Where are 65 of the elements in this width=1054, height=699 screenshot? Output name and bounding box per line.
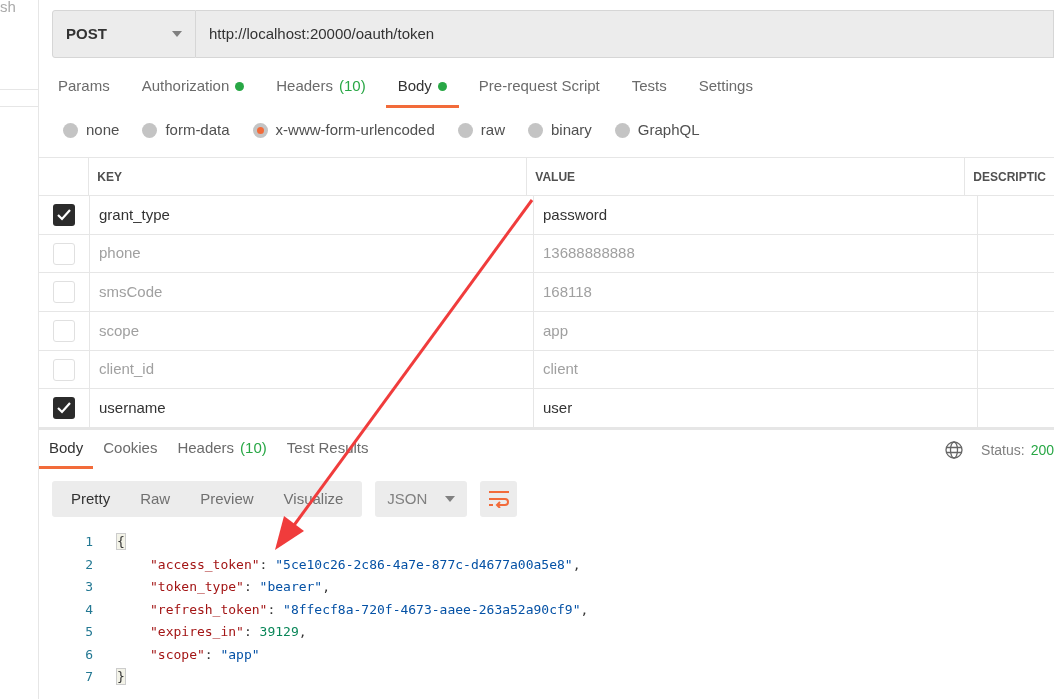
row-checkbox[interactable]	[53, 358, 75, 381]
body-type-radio[interactable]: raw	[457, 119, 505, 142]
code-line: "scope": "app"	[149, 645, 260, 664]
body-type-radio[interactable]: form-data	[142, 119, 230, 142]
line-number: 5	[84, 623, 93, 642]
value-cell: client	[533, 350, 977, 389]
wrap-icon	[487, 490, 510, 509]
status-label: Status:	[981, 440, 1025, 460]
response-tab[interactable]: Cookies	[93, 431, 168, 470]
line-number: 1	[84, 533, 93, 552]
request-tab[interactable]: Pre-request Script	[466, 68, 612, 108]
column-header: VALUE	[526, 158, 965, 195]
row-checkbox[interactable]	[53, 203, 75, 226]
caret-icon	[172, 31, 182, 37]
code-line: "access_token": "5ce10c26-2c86-4a7e-877c-d4677a00a5e8",	[149, 555, 581, 574]
request-tab[interactable]: Params	[46, 68, 122, 108]
format-dropdown[interactable]: JSON	[375, 481, 468, 518]
view-mode-tab[interactable]: Preview	[185, 485, 269, 514]
checkmark-icon	[57, 402, 71, 415]
request-tab[interactable]: Headers (10)	[264, 68, 378, 108]
value-cell: app	[533, 312, 977, 350]
row-checkbox[interactable]	[53, 397, 75, 420]
key-cell: smsCode	[89, 273, 533, 312]
caret-icon	[445, 496, 456, 503]
response-tab[interactable]: Headers (10)	[167, 431, 277, 470]
code-line: "token_type": "bearer",	[149, 578, 331, 597]
line-number: 7	[84, 668, 93, 687]
line-number: 4	[84, 600, 93, 619]
key-cell: scope	[89, 312, 533, 350]
response-tab[interactable]: Body	[39, 431, 94, 470]
status-code: 200	[1030, 440, 1054, 460]
value-cell: 13688888888	[533, 234, 977, 273]
wrap-button[interactable]	[480, 481, 518, 518]
view-mode-tab[interactable]: Raw	[125, 485, 186, 514]
row-checkbox[interactable]	[53, 281, 75, 304]
key-cell: client_id	[89, 350, 533, 389]
line-number: 3	[84, 578, 93, 597]
body-type-radio[interactable]: binary	[527, 119, 592, 142]
code-line: "refresh_token": "8ffecf8a-720f-4673-aaee-263a52a90cf9",	[149, 600, 589, 619]
url-field[interactable]: http://localhost:20000/oauth/token	[196, 10, 1054, 58]
row-checkbox[interactable]	[53, 319, 75, 342]
request-tab[interactable]: Authorization	[129, 68, 257, 108]
globe-icon[interactable]	[945, 441, 964, 460]
value-cell: 168118	[533, 273, 977, 312]
request-tab[interactable]: Settings	[686, 68, 765, 108]
body-type-radio[interactable]: none	[63, 119, 120, 142]
row-checkbox[interactable]	[53, 242, 75, 265]
body-type-radio[interactable]: GraphQL	[614, 119, 700, 142]
column-header: DESCRIPTIC	[964, 158, 1054, 195]
view-mode-tab[interactable]: Pretty	[56, 485, 126, 514]
key-cell: grant_type	[89, 196, 533, 234]
column-header: KEY	[88, 158, 527, 195]
line-number: 6	[84, 645, 93, 664]
key-cell: phone	[89, 234, 533, 273]
request-tab[interactable]: Body	[385, 68, 459, 108]
line-number: 2	[84, 555, 93, 574]
key-cell: username	[89, 389, 533, 428]
sidebar-text: sh	[0, 0, 38, 90]
body-type-radio[interactable]: x-www-form-urlencoded	[252, 119, 435, 142]
code-line: "expires_in": 39129,	[149, 623, 307, 642]
method-dropdown[interactable]: POST	[52, 10, 196, 58]
value-cell: password	[533, 196, 977, 234]
request-tab[interactable]: Tests	[619, 68, 679, 108]
value-cell: user	[533, 389, 977, 428]
checkmark-icon	[57, 208, 71, 221]
